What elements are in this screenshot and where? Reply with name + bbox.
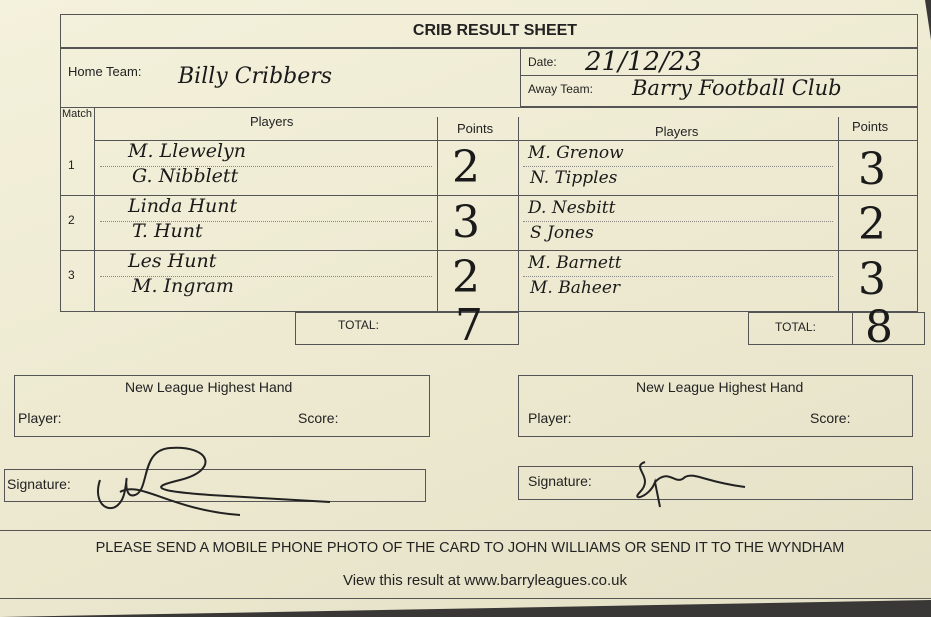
- home-player-name: Les Hunt: [128, 250, 217, 272]
- away-player-name: N. Tipples: [530, 168, 618, 188]
- away-points-value: 3: [858, 144, 886, 195]
- away-score-label: Score:: [810, 410, 851, 426]
- home-signature-label: Signature:: [7, 476, 71, 492]
- home-points-value: 3: [452, 197, 480, 248]
- home-player-name: G. Nibblett: [132, 165, 239, 187]
- home-player-name: M. Llewelyn: [128, 140, 247, 162]
- dotted-line: [523, 221, 833, 222]
- away-highest-hand-title: New League Highest Hand: [636, 379, 804, 395]
- home-player-name: Linda Hunt: [128, 195, 238, 217]
- away-team-label: Away Team:: [528, 82, 593, 96]
- divider: [518, 117, 519, 345]
- away-signature-scrawl: [636, 461, 746, 508]
- match-number: 1: [68, 158, 75, 172]
- divider: [852, 312, 853, 345]
- home-team-value: Billy Cribbers: [178, 64, 333, 89]
- away-player-label: Player:: [528, 410, 572, 426]
- home-points-value: 2: [452, 142, 480, 193]
- divider: [94, 107, 95, 312]
- crib-result-sheet: CRIB RESULT SHEET Home Team: Billy Cribb…: [0, 0, 931, 617]
- divider: [437, 117, 438, 312]
- divider: [838, 117, 839, 312]
- date-label: Date:: [528, 55, 557, 69]
- home-player-name: T. Hunt: [132, 220, 203, 242]
- home-total-box: [295, 312, 519, 345]
- home-score-label: Score:: [298, 410, 339, 426]
- away-player-name: M. Grenow: [528, 143, 624, 163]
- away-total-value: 8: [865, 302, 893, 353]
- date-value: 21/12/23: [585, 47, 702, 77]
- dotted-line: [100, 221, 432, 222]
- footer-divider: [0, 530, 931, 531]
- home-signature-scrawl: [97, 446, 331, 516]
- match-number: 2: [68, 213, 75, 227]
- dotted-line: [523, 276, 833, 277]
- away-players-header: Players: [655, 124, 699, 139]
- home-highest-hand-title: New League Highest Hand: [125, 379, 293, 395]
- away-player-name: D. Nesbitt: [528, 198, 616, 218]
- date-box: [520, 48, 918, 76]
- away-team-value: Barry Football Club: [632, 76, 842, 100]
- home-players-header: Players: [250, 114, 294, 129]
- home-total-value: 7: [455, 300, 483, 351]
- match-header: Match: [62, 108, 92, 120]
- away-points-value: 3: [858, 254, 886, 305]
- away-signature-label: Signature:: [528, 473, 592, 489]
- home-player-label: Player:: [18, 410, 62, 426]
- dotted-line: [100, 276, 432, 277]
- away-points-header: Points: [852, 119, 889, 134]
- home-points-value: 2: [452, 252, 480, 303]
- away-player-name: M. Barnett: [528, 253, 622, 273]
- home-points-header: Points: [457, 121, 494, 136]
- dotted-line: [100, 166, 432, 167]
- away-player-name: M. Baheer: [530, 278, 621, 298]
- away-total-label: TOTAL:: [775, 320, 816, 334]
- dotted-line: [523, 166, 833, 167]
- home-team-label: Home Team:: [68, 64, 142, 79]
- home-total-label: TOTAL:: [338, 318, 379, 332]
- sheet-title: CRIB RESULT SHEET: [412, 22, 578, 39]
- away-points-value: 2: [858, 199, 886, 250]
- match-number: 3: [68, 268, 75, 282]
- footer-instructions: PLEASE SEND A MOBILE PHONE PHOTO OF THE …: [95, 540, 845, 556]
- footer-link[interactable]: View this result at www.barryleagues.co.…: [0, 572, 931, 589]
- away-player-name: S Jones: [530, 223, 594, 243]
- home-player-name: M. Ingram: [132, 275, 234, 297]
- footer-divider: [0, 598, 931, 599]
